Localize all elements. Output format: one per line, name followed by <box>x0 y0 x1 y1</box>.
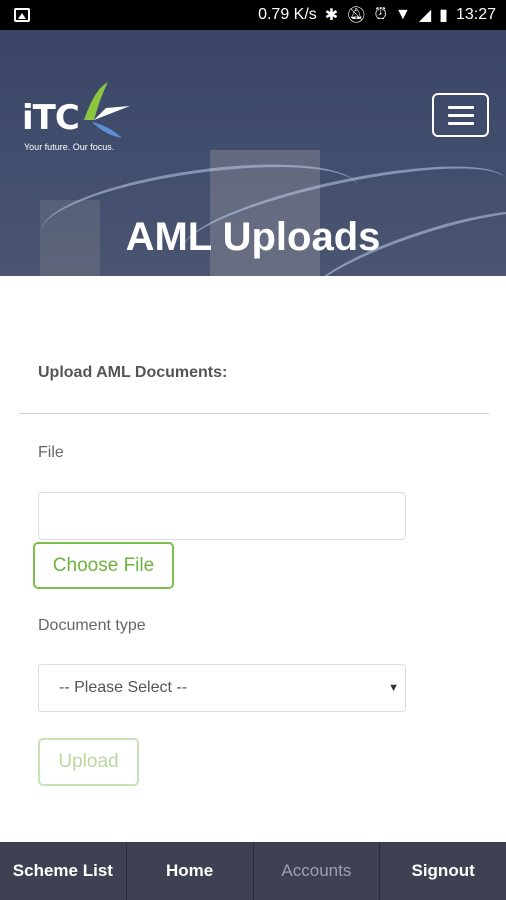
menu-icon <box>448 106 474 109</box>
gallery-notification-icon <box>14 8 30 22</box>
bluetooth-icon: ✱ <box>324 7 339 24</box>
section-title: Upload AML Documents: <box>38 364 228 381</box>
nav-signout[interactable]: Signout <box>380 842 506 900</box>
file-input[interactable] <box>38 492 406 540</box>
status-bar: 0.79 K/s ✱ 🔕︎ ⏰︎ ▼ ◢ ▮ 13:27 <box>0 0 506 30</box>
document-type-selected-value: -- Please Select -- <box>59 679 188 696</box>
upload-button[interactable]: Upload <box>38 738 139 786</box>
file-label: File <box>38 444 64 461</box>
document-type-select[interactable]: -- Please Select -- ▼ <box>38 664 406 712</box>
document-type-label: Document type <box>38 617 146 634</box>
page-title: AML Uploads <box>125 215 381 259</box>
alarm-icon: ⏰︎ <box>374 6 387 23</box>
dropdown-arrow-icon: ▼ <box>388 682 399 694</box>
wifi-icon: ▼ <box>394 6 411 23</box>
logo-tagline: Your future. Our focus. <box>24 142 115 152</box>
battery-icon: ▮ <box>439 7 448 24</box>
divider <box>19 413 489 414</box>
nav-accounts[interactable]: Accounts <box>254 842 381 900</box>
hamburger-menu-button[interactable] <box>432 93 489 137</box>
nav-scheme-list[interactable]: Scheme List <box>0 842 127 900</box>
mute-icon: 🔕︎ <box>346 7 367 24</box>
bottom-nav: Scheme List Home Accounts Signout <box>0 842 506 900</box>
logo-text: iTC <box>22 98 80 138</box>
clock: 13:27 <box>455 6 496 23</box>
itc-logo[interactable]: iTC Your future. Our focus. <box>22 78 134 156</box>
choose-file-button[interactable]: Choose File <box>33 542 174 589</box>
hero-banner: iTC Your future. Our focus. AML Uploads <box>0 30 506 276</box>
nav-home[interactable]: Home <box>127 842 254 900</box>
signal-icon: ◢ <box>418 7 432 24</box>
network-speed: 0.79 K/s <box>258 6 317 23</box>
